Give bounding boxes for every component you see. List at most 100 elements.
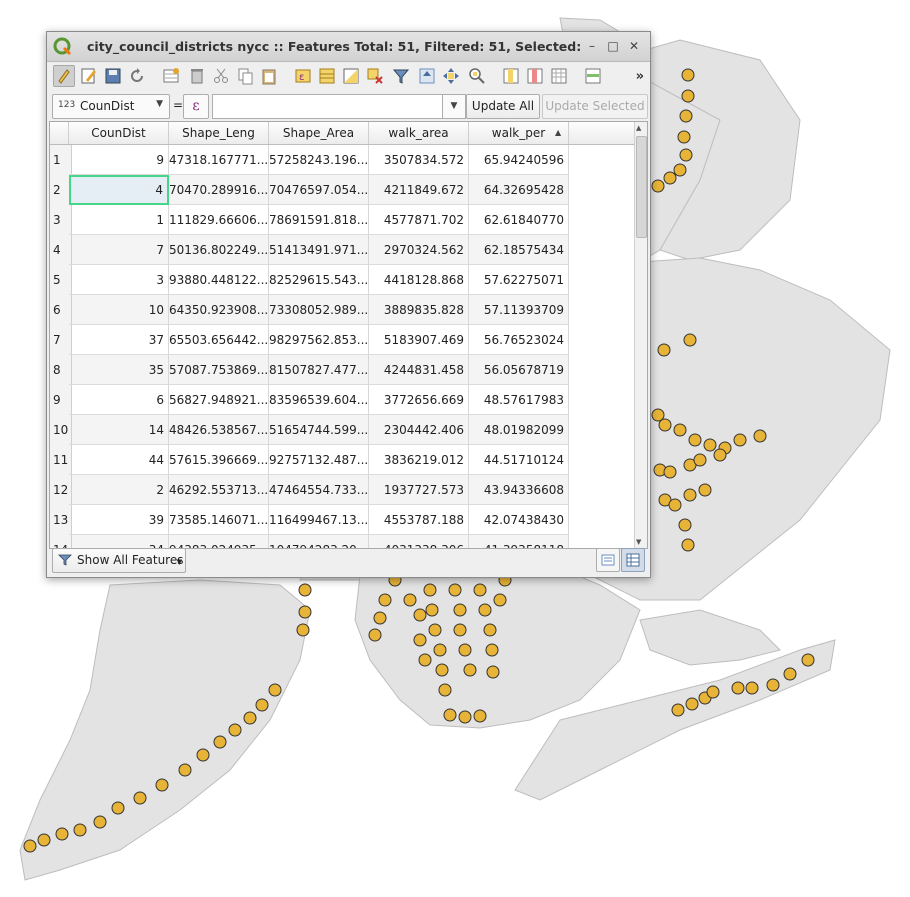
table-cell[interactable]: 83596539.604...	[269, 385, 369, 415]
update-all-button[interactable]: Update All	[466, 94, 540, 119]
table-cell[interactable]: 6	[69, 385, 169, 415]
save-edits-icon[interactable]	[103, 66, 123, 86]
table-row[interactable]: 10 14 48426.538567... 51654744.599... 230444…	[50, 415, 569, 446]
table-cell[interactable]: 5183907.469	[369, 325, 469, 355]
table-cell[interactable]: 44	[69, 445, 169, 475]
table-row[interactable]: 9 6 56827.948921... 83596539.604... 3772656.…	[50, 385, 569, 416]
table-cell[interactable]: 116499467.13...	[269, 505, 369, 535]
table-cell[interactable]: 2	[69, 475, 169, 505]
table-cell[interactable]: 57615.396669...	[169, 445, 269, 475]
table-cell[interactable]: 56.05678719	[469, 355, 569, 385]
table-cell[interactable]: 35	[69, 355, 169, 385]
table-cell[interactable]: 93880.448122...	[169, 265, 269, 295]
table-cell[interactable]: 44.51710124	[469, 445, 569, 475]
select-by-expression-icon[interactable]: ε	[293, 66, 313, 86]
form-view-button[interactable]	[596, 548, 620, 572]
table-row[interactable]: 8 35 57087.753869... 81507827.477... 4244831…	[50, 355, 569, 386]
table-cell[interactable]: 1937727.573	[369, 475, 469, 505]
expression-builder-button[interactable]: ε	[183, 94, 209, 119]
pan-to-selected-icon[interactable]	[441, 66, 461, 86]
table-cell[interactable]: 14	[69, 415, 169, 445]
multi-edit-icon[interactable]	[79, 66, 99, 86]
table-cell[interactable]: 3889835.828	[369, 295, 469, 325]
table-cell[interactable]: 4211849.672	[369, 175, 469, 205]
table-cell[interactable]: 98297562.853...	[269, 325, 369, 355]
attribute-table[interactable]: CounDist Shape_Leng Shape_Area walk_area…	[49, 121, 648, 549]
paste-icon[interactable]	[259, 66, 279, 86]
table-cell[interactable]: 10	[69, 295, 169, 325]
table-cell[interactable]: 64.32695428	[469, 175, 569, 205]
table-cell[interactable]: 64350.923908...	[169, 295, 269, 325]
add-feature-icon[interactable]	[161, 66, 181, 86]
table-cell[interactable]: 4418128.868	[369, 265, 469, 295]
table-cell[interactable]: 62.61840770	[469, 205, 569, 235]
table-cell[interactable]: 3772656.669	[369, 385, 469, 415]
delete-field-icon[interactable]	[525, 66, 545, 86]
reload-icon[interactable]	[127, 66, 147, 86]
table-cell[interactable]: 7	[69, 235, 169, 265]
scroll-down-icon[interactable]: ▼	[636, 538, 641, 546]
table-cell[interactable]: 73308052.989...	[269, 295, 369, 325]
table-cell[interactable]: 70476597.054...	[269, 175, 369, 205]
close-button[interactable]: ✕	[627, 39, 641, 53]
table-cell[interactable]: 56.76523024	[469, 325, 569, 355]
table-cell[interactable]: 3836219.012	[369, 445, 469, 475]
table-cell[interactable]: 81507827.477...	[269, 355, 369, 385]
field-combobox[interactable]: 123 CounDist ▼	[52, 94, 170, 119]
invert-selection-icon[interactable]	[341, 66, 361, 86]
table-cell[interactable]: 47464554.733...	[269, 475, 369, 505]
table-cell[interactable]: 111829.66606...	[169, 205, 269, 235]
toggle-editing-icon[interactable]	[53, 65, 75, 87]
table-cell[interactable]: 57087.753869...	[169, 355, 269, 385]
table-cell[interactable]: 2304442.406	[369, 415, 469, 445]
table-cell[interactable]: 46292.553713...	[169, 475, 269, 505]
expression-input[interactable]	[212, 94, 464, 119]
table-cell[interactable]: 50136.802249...	[169, 235, 269, 265]
column-header[interactable]: Shape_Area	[269, 122, 369, 144]
column-header[interactable]: Shape_Leng	[169, 122, 269, 144]
select-all-icon[interactable]	[317, 66, 337, 86]
table-row[interactable]: 11 44 57615.396669... 92757132.487... 383621…	[50, 445, 569, 476]
table-row[interactable]: 4 7 50136.802249... 51413491.971... 2970324.…	[50, 235, 569, 266]
table-cell[interactable]: 48426.538567...	[169, 415, 269, 445]
table-row[interactable]: 5 3 93880.448122... 82529615.543... 4418128.…	[50, 265, 569, 296]
table-cell[interactable]: 37	[69, 325, 169, 355]
maximize-button[interactable]: □	[606, 39, 620, 53]
show-all-features-button[interactable]: Show All Features ▼	[52, 548, 186, 573]
filter-select-icon[interactable]	[391, 66, 411, 86]
table-row[interactable]: 2 4 70470.289916... 70476597.054... 4211849.…	[50, 175, 569, 206]
table-row[interactable]: 3 1 111829.66606... 78691591.818... 4577871.…	[50, 205, 569, 236]
table-cell[interactable]: 57258243.196...	[269, 145, 369, 175]
new-field-icon[interactable]	[501, 66, 521, 86]
table-cell[interactable]: 4577871.702	[369, 205, 469, 235]
table-cell[interactable]: 43.94336608	[469, 475, 569, 505]
vertical-scrollbar[interactable]: ▲ ▼	[634, 122, 647, 548]
table-cell[interactable]: 4553787.188	[369, 505, 469, 535]
table-cell[interactable]: 78691591.818...	[269, 205, 369, 235]
title-bar[interactable]: city_council_districts nycc :: Features …	[47, 32, 650, 62]
minimize-button[interactable]: –	[585, 39, 599, 53]
table-cell[interactable]: 56827.948921...	[169, 385, 269, 415]
zoom-to-selected-icon[interactable]	[467, 66, 487, 86]
table-cell[interactable]: 4	[69, 175, 169, 205]
table-row[interactable]: 12 2 46292.553713... 47464554.733... 1937727…	[50, 475, 569, 506]
column-header[interactable]: walk_per	[469, 122, 569, 144]
table-cell[interactable]: 39	[69, 505, 169, 535]
table-view-button[interactable]	[621, 548, 645, 572]
table-row[interactable]: 13 39 73585.146071... 116499467.13... 455378…	[50, 505, 569, 536]
copy-icon[interactable]	[235, 66, 255, 86]
cut-icon[interactable]	[211, 66, 231, 86]
table-cell[interactable]: 51654744.599...	[269, 415, 369, 445]
table-row[interactable]: 6 10 64350.923908... 73308052.989... 3889835…	[50, 295, 569, 326]
table-cell[interactable]: 62.18575434	[469, 235, 569, 265]
table-cell[interactable]: 65.94240596	[469, 145, 569, 175]
table-cell[interactable]: 42.07438430	[469, 505, 569, 535]
table-cell[interactable]: 51413491.971...	[269, 235, 369, 265]
table-row[interactable]: 7 37 65503.656442... 98297562.853... 5183907…	[50, 325, 569, 356]
table-cell[interactable]: 57.62275071	[469, 265, 569, 295]
table-row[interactable]: 1 9 47318.167771... 57258243.196... 3507834.…	[50, 145, 569, 176]
table-cell[interactable]: 2970324.562	[369, 235, 469, 265]
move-selection-top-icon[interactable]	[417, 66, 437, 86]
table-cell[interactable]: 4244831.458	[369, 355, 469, 385]
table-cell[interactable]: 57.11393709	[469, 295, 569, 325]
